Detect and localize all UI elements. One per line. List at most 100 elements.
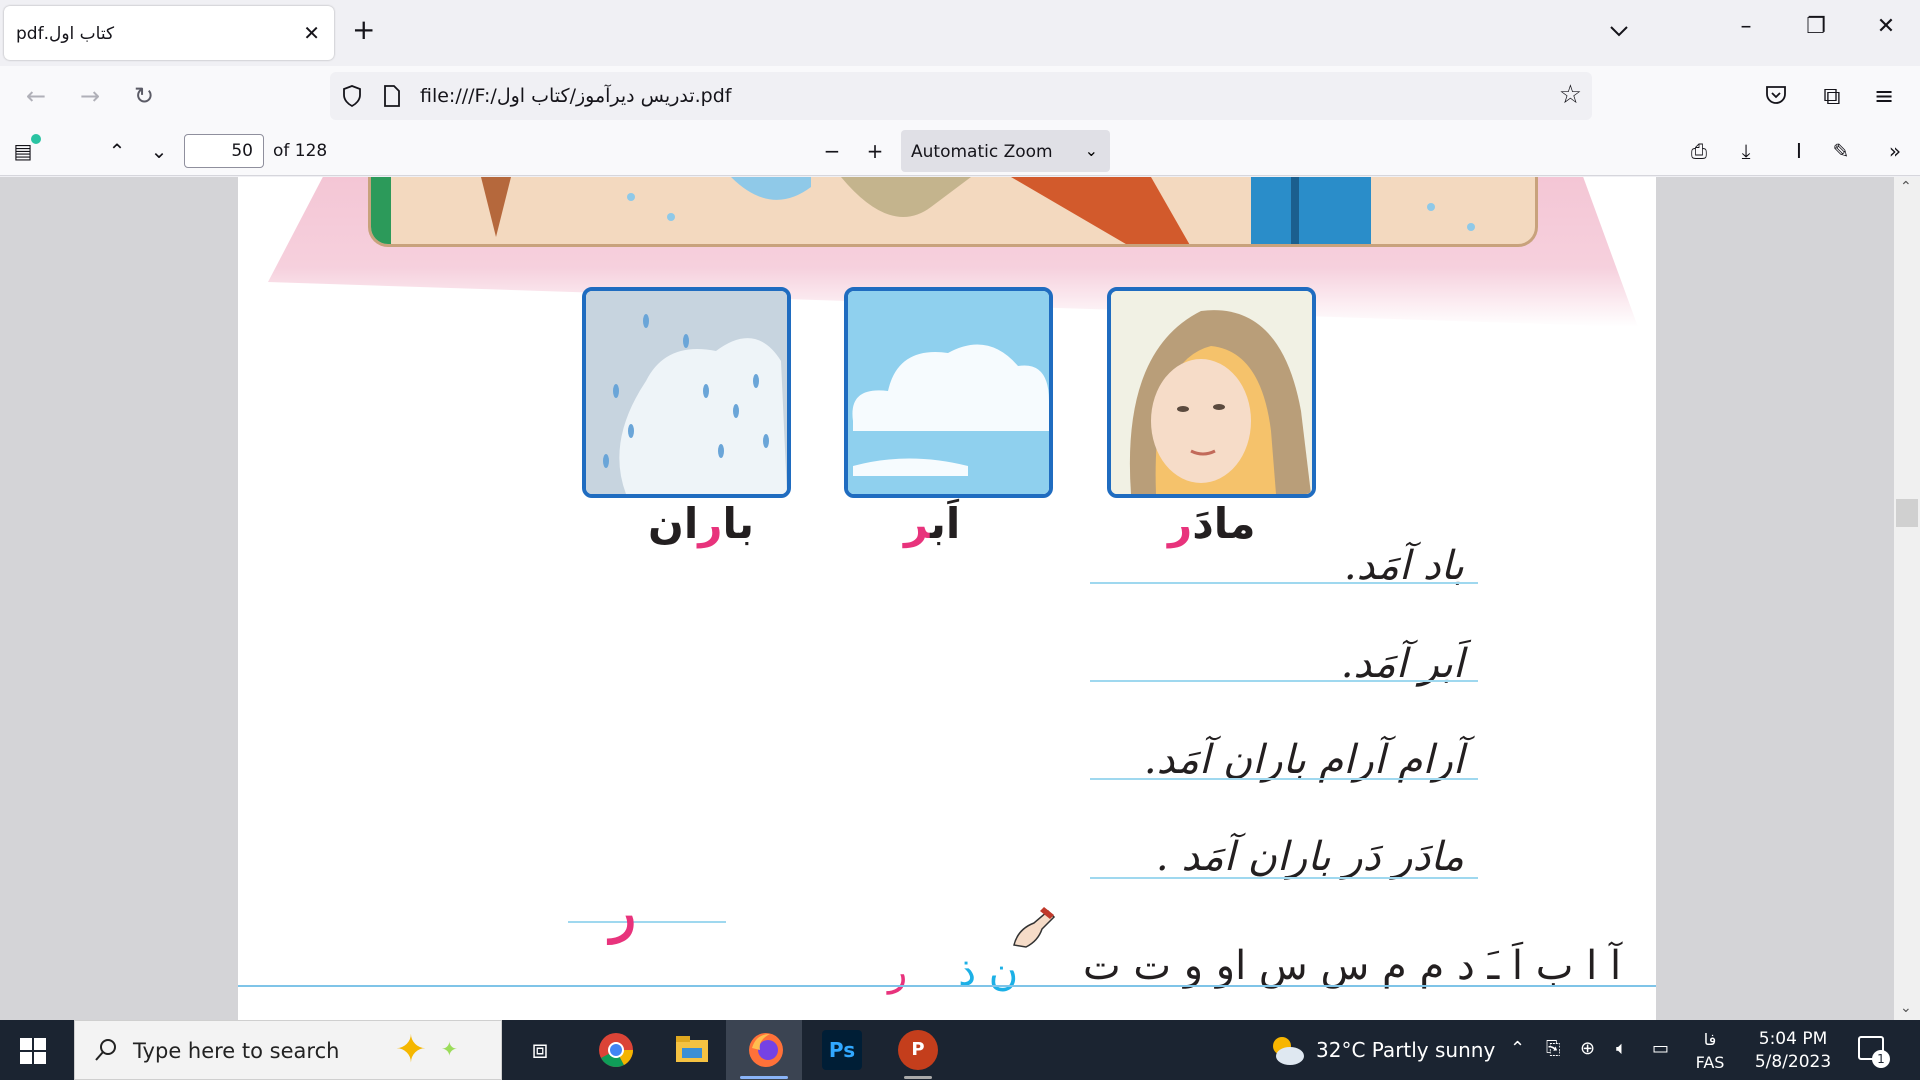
pointing-hand-icon	[1013, 907, 1056, 948]
network-globe-icon[interactable]: ⊕	[1580, 1038, 1595, 1059]
word-madar: مادَر	[1168, 499, 1256, 548]
taskbar: Type here to search ✦ ✦ ⧈ Ps P 32°C Part…	[0, 1020, 1920, 1080]
forward-icon[interactable]: →	[76, 82, 104, 110]
pdf-page: باران اَبر مادَر باد آمَد. اَبر آمَد. آر…	[238, 177, 1656, 1020]
scrollbar-thumb[interactable]	[1896, 499, 1918, 527]
notification-count-badge: 1	[1872, 1050, 1890, 1068]
alphabet-colored: ن ذ ر	[888, 949, 1018, 995]
zoom-select[interactable]: Automatic Zoom ⌄	[901, 130, 1110, 172]
new-tab-icon[interactable]: +	[352, 16, 375, 44]
page-count: of 128	[273, 141, 328, 161]
word-madar-part1: مادَ	[1192, 499, 1256, 548]
sparkle-icon: ✦	[395, 1027, 427, 1071]
file-explorer-icon[interactable]	[672, 1030, 712, 1070]
task-view-icon[interactable]: ⧈	[520, 1030, 560, 1070]
search-icon	[95, 1039, 116, 1061]
close-tab-icon[interactable]: ✕	[303, 21, 320, 45]
word-baran: باران	[648, 499, 754, 548]
rain-picture	[582, 287, 791, 498]
draw-tool-icon[interactable]: ✎	[1828, 138, 1854, 164]
previous-page-icon[interactable]: ⌃	[104, 138, 130, 164]
language-code: FAS	[1695, 1053, 1725, 1072]
weather-text[interactable]: 32°C Partly sunny	[1316, 1038, 1495, 1062]
taskbar-search-box[interactable]: Type here to search ✦ ✦	[74, 1020, 502, 1080]
page-icon	[384, 85, 400, 107]
next-page-icon[interactable]: ⌄	[146, 138, 172, 164]
clock-time: 5:04 PM	[1758, 1029, 1828, 1049]
page-number-input[interactable]: 50	[184, 134, 264, 168]
alphabet-strip: آ ا ب اَ ـَ د م م س س او و ت ت	[1083, 943, 1622, 989]
practice-line	[568, 921, 726, 923]
meet-now-icon[interactable]: ⎘	[1546, 1038, 1560, 1059]
photoshop-icon[interactable]: Ps	[822, 1030, 862, 1070]
print-icon[interactable]: ⎙	[1686, 138, 1712, 164]
language-script: فا	[1703, 1030, 1717, 1049]
alphabet-red-letter: ر	[888, 949, 908, 995]
extensions-icon[interactable]: ⧉	[1818, 82, 1846, 110]
notification-dot	[31, 134, 41, 144]
powerpoint-icon[interactable]: P	[898, 1030, 938, 1070]
word-abr-part1: اَب	[930, 499, 961, 548]
chevron-down-icon: ⌄	[1084, 141, 1098, 160]
word-baran-part1: با	[722, 499, 754, 548]
menu-icon[interactable]: ≡	[1870, 82, 1898, 110]
clock-date: 5/8/2023	[1754, 1052, 1832, 1072]
reload-icon[interactable]: ↻	[130, 82, 158, 110]
pocket-icon[interactable]	[1764, 83, 1788, 107]
banner-illustration	[368, 177, 1538, 247]
shield-icon[interactable]	[340, 84, 364, 108]
show-hidden-icons-chevron[interactable]: ⌃	[1510, 1038, 1525, 1059]
vertical-scrollbar[interactable]: ⌃ ⌄	[1894, 177, 1920, 1020]
sparkle-small-icon: ✦	[441, 1037, 458, 1061]
mother-picture	[1107, 287, 1316, 498]
battery-icon[interactable]: ▭	[1652, 1038, 1669, 1059]
restore-icon[interactable]: ❐	[1796, 14, 1836, 50]
zoom-in-icon[interactable]: +	[862, 138, 888, 164]
word-abr: اَبر	[904, 499, 960, 548]
pdf-toolbar: ▤ ⌃ ⌄ 50 of 128 − + Automatic Zoom ⌄ ⎙ ⤓…	[0, 126, 1920, 176]
alphabet-blue-letters: ن ذ	[958, 949, 1019, 995]
writing-line-1	[1090, 582, 1478, 584]
pdf-viewer[interactable]: باران اَبر مادَر باد آمَد. اَبر آمَد. آر…	[0, 177, 1920, 1020]
sentence-3: آرام آرام باران آمَد.	[1143, 737, 1464, 783]
back-icon[interactable]: ←	[22, 82, 50, 110]
firefox-icon[interactable]	[746, 1030, 786, 1070]
chrome-icon[interactable]	[596, 1030, 636, 1070]
word-baran-highlight: ر	[698, 499, 723, 548]
language-indicator[interactable]: فا FAS	[1690, 1028, 1730, 1074]
firefox-running-indicator	[740, 1076, 788, 1079]
word-abr-highlight: ر	[904, 499, 931, 548]
writing-line-3	[1090, 778, 1478, 780]
scroll-down-icon[interactable]: ⌄	[1900, 1000, 1912, 1016]
powerpoint-running-indicator	[904, 1076, 932, 1079]
word-madar-highlight: ر	[1168, 499, 1193, 548]
cloud-picture	[844, 287, 1053, 498]
tab-strip: کتاب اول.pdf ✕ + – ❐ ✕	[0, 0, 1920, 66]
clock[interactable]: 5:04 PM 5/8/2023	[1738, 1028, 1848, 1074]
weather-partly-sunny-icon[interactable]	[1268, 1032, 1306, 1068]
url-bar[interactable]: file:///F:/تدریس دیرآموز/کتاب اول.pdf ☆	[330, 72, 1592, 120]
tab-title: کتاب اول.pdf	[16, 24, 115, 44]
download-icon[interactable]: ⤓	[1733, 138, 1759, 164]
tab-active[interactable]: کتاب اول.pdf ✕	[4, 6, 334, 60]
windows-start-icon[interactable]	[20, 1038, 46, 1064]
zoom-select-value: Automatic Zoom	[911, 142, 1053, 162]
volume-icon[interactable]: 🔈︎	[1616, 1038, 1627, 1059]
alphabet-baseline	[238, 985, 1656, 987]
minimize-icon[interactable]: –	[1726, 14, 1766, 50]
more-tools-icon[interactable]: »	[1882, 138, 1908, 164]
sentence-4: مادَر دَر باران آمَد .	[1155, 834, 1464, 880]
writing-line-2	[1090, 680, 1478, 682]
zoom-out-icon[interactable]: −	[819, 138, 845, 164]
practice-letter: ر	[610, 880, 637, 944]
tab-list-chevron-icon[interactable]	[1606, 18, 1632, 44]
text-tool-icon[interactable]: I	[1786, 138, 1812, 164]
word-baran-part2: ان	[648, 499, 699, 548]
navigation-bar: ← → ↻ file:///F:/تدریس دیرآموز/کتاب اول.…	[0, 66, 1920, 126]
writing-line-4	[1090, 877, 1478, 879]
search-placeholder: Type here to search	[133, 1039, 340, 1063]
scroll-up-icon[interactable]: ⌃	[1900, 179, 1912, 195]
bookmark-star-icon[interactable]: ☆	[1559, 80, 1582, 110]
window-close-icon[interactable]: ✕	[1866, 14, 1906, 50]
url-text[interactable]: file:///F:/تدریس دیرآموز/کتاب اول.pdf	[420, 85, 732, 107]
